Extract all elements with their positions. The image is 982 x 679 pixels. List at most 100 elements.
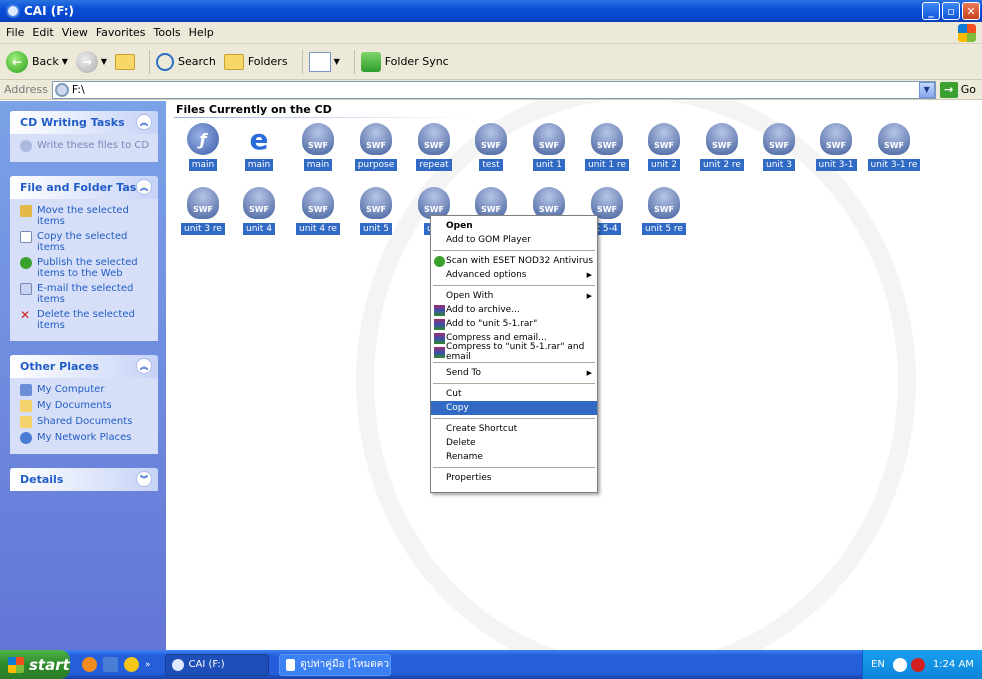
file-item[interactable]: repeat — [406, 123, 462, 171]
panel-header[interactable]: File and Folder Tasks ︽ — [10, 176, 158, 199]
menu-rename[interactable]: Rename — [431, 450, 597, 464]
cd-writing-tasks-panel: CD Writing Tasks ︽ Write these files to … — [10, 111, 158, 162]
heading-underline — [174, 117, 474, 118]
collapse-icon[interactable]: ︽ — [136, 179, 152, 195]
file-item[interactable]: test — [463, 123, 519, 171]
file-item[interactable]: purpose — [348, 123, 404, 171]
search-button[interactable]: Search — [156, 52, 216, 71]
file-item[interactable]: main — [290, 123, 346, 171]
menu-compress-rar-email[interactable]: Compress to "unit 5-1.rar" and email — [431, 342, 597, 362]
menu-open[interactable]: Open — [431, 219, 597, 233]
start-button[interactable]: start — [0, 650, 70, 679]
maximize-button[interactable]: ▫ — [942, 2, 960, 20]
file-item[interactable]: unit 5 re — [636, 187, 692, 235]
menu-open-with[interactable]: Open With ▶ — [431, 289, 597, 303]
menu-create-shortcut[interactable]: Create Shortcut — [431, 422, 597, 436]
address-dropdown-icon[interactable]: ▼ — [918, 81, 935, 98]
menu-view[interactable]: View — [62, 26, 88, 39]
back-dropdown-icon[interactable]: ▼ — [62, 57, 68, 66]
file-item[interactable]: unit 3-1 — [808, 123, 864, 171]
views-button[interactable]: ▼ — [308, 51, 340, 72]
menu-help[interactable]: Help — [189, 26, 214, 39]
panel-header[interactable]: Details ︾ — [10, 468, 158, 491]
file-item[interactable]: unit 4 — [231, 187, 287, 235]
up-folder-button[interactable] — [115, 53, 136, 70]
file-item[interactable]: unit 3 re — [175, 187, 231, 235]
menu-file[interactable]: File — [6, 26, 24, 39]
menu-cut[interactable]: Cut — [431, 387, 597, 401]
panel-header[interactable]: CD Writing Tasks ︽ — [10, 111, 158, 134]
context-menu: Open Add to GOM Player Scan with ESET NO… — [430, 215, 598, 493]
place-shared-documents[interactable]: Shared Documents — [20, 416, 152, 428]
delete-icon: ✕ — [20, 308, 31, 322]
menu-add-rar[interactable]: Add to "unit 5-1.rar" — [431, 317, 597, 331]
menu-scan-nod32[interactable]: Scan with ESET NOD32 Antivirus — [431, 254, 597, 268]
task-copy[interactable]: Copy the selected items — [20, 231, 152, 253]
task-email[interactable]: E-mail the selected items — [20, 283, 152, 305]
folder-sync-button[interactable]: Folder Sync — [360, 51, 449, 72]
toolbar-separator — [301, 49, 303, 74]
forward-dropdown-icon[interactable]: ▼ — [101, 57, 107, 66]
task-delete[interactable]: ✕ Delete the selected items — [20, 309, 152, 331]
menu-add-archive[interactable]: Add to archive... — [431, 303, 597, 317]
taskbar-item-document[interactable]: ดูปท่าคู่มือ [โหมดความ... — [278, 653, 391, 676]
go-button[interactable]: → Go — [939, 81, 976, 98]
menu-edit[interactable]: Edit — [32, 26, 53, 39]
views-dropdown-icon[interactable]: ▼ — [334, 57, 340, 66]
file-item[interactable]: unit 4 re — [290, 187, 346, 235]
menu-delete[interactable]: Delete — [431, 436, 597, 450]
panel-header[interactable]: Other Places ︽ — [10, 355, 158, 378]
minimize-button[interactable]: _ — [922, 2, 940, 20]
swf-file-icon — [475, 123, 507, 155]
place-network[interactable]: My Network Places — [20, 432, 152, 444]
quick-launch-app-icon[interactable] — [82, 657, 97, 672]
chevron-right-icon[interactable]: » — [145, 660, 151, 670]
quick-launch-app-icon[interactable] — [124, 657, 139, 672]
menu-copy[interactable]: Copy — [431, 401, 597, 415]
address-label: Address — [4, 83, 48, 96]
file-item[interactable]: unit 3 — [751, 123, 807, 171]
task-move[interactable]: Move the selected items — [20, 205, 152, 227]
file-item[interactable]: ƒ main — [175, 123, 231, 171]
task-write-to-cd[interactable]: Write these files to CD — [20, 140, 152, 152]
place-my-computer[interactable]: My Computer — [20, 384, 152, 396]
cd-drive-icon — [6, 4, 20, 18]
tray-app-icon[interactable] — [892, 657, 907, 672]
quick-launch-app-icon[interactable] — [103, 657, 118, 672]
file-item[interactable]: unit 5 — [348, 187, 404, 235]
menu-advanced-options[interactable]: Advanced options ▶ — [431, 268, 597, 282]
menu-add-gom[interactable]: Add to GOM Player — [431, 233, 597, 247]
file-item[interactable]: unit 3-1 re — [866, 123, 922, 171]
file-item[interactable]: unit 1 — [521, 123, 577, 171]
folders-button[interactable]: Folders — [223, 53, 288, 70]
close-button[interactable]: ✕ — [962, 2, 980, 20]
menu-tools[interactable]: Tools — [154, 26, 181, 39]
address-input[interactable]: F:\ ▼ — [51, 80, 936, 99]
file-item[interactable]: unit 2 re — [694, 123, 750, 171]
swf-file-icon — [360, 187, 392, 219]
antivirus-tray-icon[interactable] — [910, 657, 925, 672]
views-icon — [308, 51, 331, 72]
forward-button[interactable]: → ▼ — [75, 50, 107, 73]
back-button[interactable]: ← Back ▼ — [6, 50, 68, 73]
language-indicator[interactable]: EN — [871, 659, 885, 670]
swf-file-icon — [706, 123, 738, 155]
menu-properties[interactable]: Properties — [431, 471, 597, 485]
taskbar-item-explorer[interactable]: CAI (F:) — [164, 653, 269, 676]
collapse-icon[interactable]: ︽ — [136, 358, 152, 374]
swf-file-icon — [418, 123, 450, 155]
file-item[interactable]: unit 2 — [636, 123, 692, 171]
collapse-icon[interactable]: ︽ — [136, 114, 152, 130]
menu-favorites[interactable]: Favorites — [96, 26, 146, 39]
task-publish[interactable]: Publish the selected items to the Web — [20, 257, 152, 279]
clock[interactable]: 1:24 AM — [933, 659, 974, 670]
swf-file-icon — [533, 123, 565, 155]
back-arrow-icon: ← — [6, 50, 28, 73]
expand-icon[interactable]: ︾ — [136, 471, 152, 487]
menu-send-to[interactable]: Send To ▶ — [431, 366, 597, 380]
place-my-documents[interactable]: My Documents — [20, 400, 152, 412]
file-item[interactable]: unit 1 re — [579, 123, 635, 171]
swf-file-icon — [302, 187, 334, 219]
window-controls: _ ▫ ✕ — [922, 2, 980, 20]
file-item[interactable]: e main — [231, 123, 287, 171]
